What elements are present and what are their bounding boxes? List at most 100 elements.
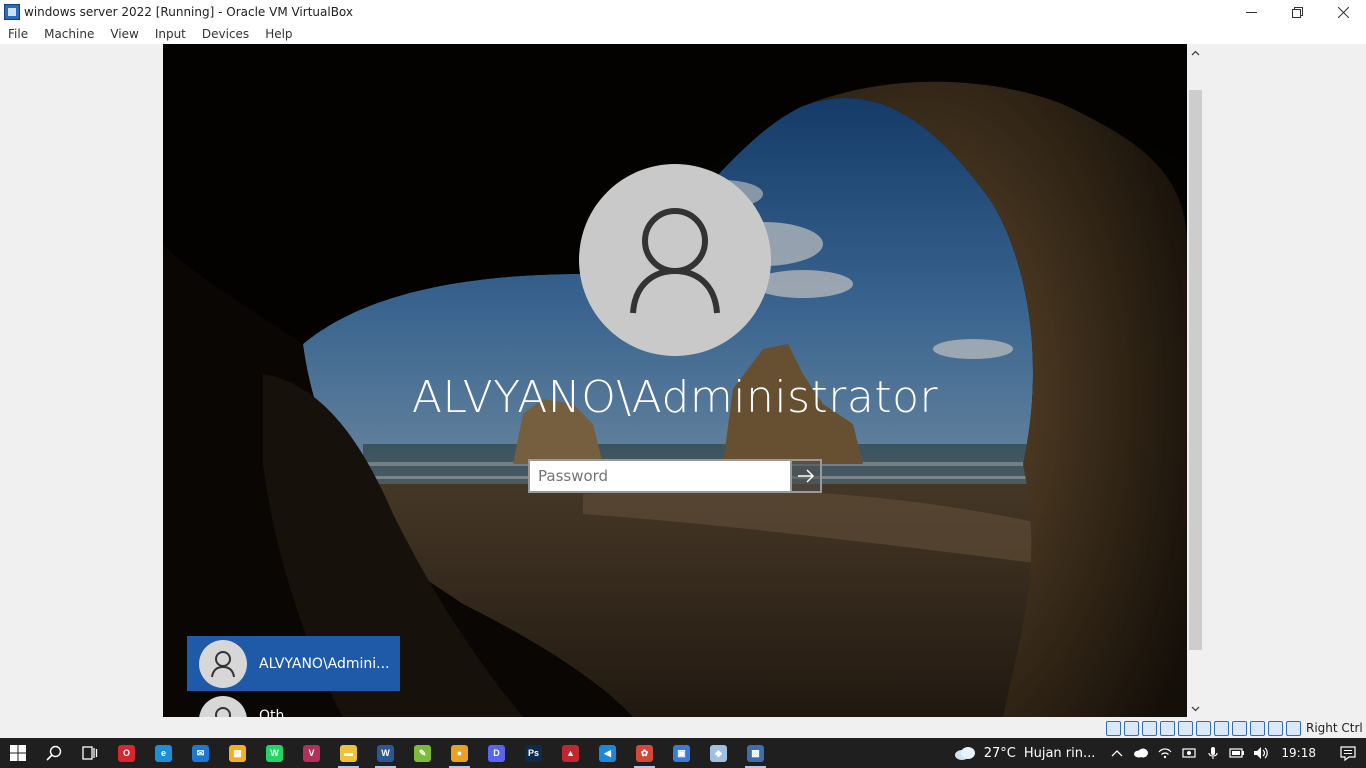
onedrive-tray[interactable] [1129,738,1153,768]
search-button[interactable] [36,738,72,768]
chevron-up-icon [1111,750,1123,757]
window-controls [1228,0,1366,24]
notifications-button[interactable] [1330,738,1366,768]
shared-folders-icon[interactable] [1196,720,1211,736]
scroll-thumb[interactable] [1189,90,1202,650]
taskbar-app-edge[interactable]: e [145,738,182,768]
app-blue-icon: ▣ [673,744,690,762]
taskbar-app-store[interactable]: ▦ [219,738,256,768]
webcam-tray[interactable] [1177,738,1201,768]
volume-icon [1254,747,1269,759]
user-icon [630,208,720,314]
windows-logo-icon [10,745,26,761]
keyboard-icon[interactable] [1286,720,1301,736]
taskbar-app-virtualbox[interactable]: ▩ [737,738,774,768]
password-input[interactable] [528,459,790,493]
mouse-integration-icon[interactable] [1268,720,1283,736]
taskbar-app-word[interactable]: W [367,738,404,768]
close-icon [1337,6,1349,18]
taskbar-app-chrome[interactable]: ● [441,738,478,768]
chrome-icon: ● [451,744,468,762]
network-icon[interactable] [1160,720,1175,736]
tray-overflow-button[interactable] [1105,738,1129,768]
store-icon: ▦ [229,744,246,762]
microphone-tray[interactable] [1201,738,1225,768]
close-button[interactable] [1320,0,1366,24]
optical-drive-icon[interactable] [1124,720,1139,736]
onedrive-icon [1134,748,1149,758]
taskbar-app-photoshop[interactable]: Ps [515,738,552,768]
taskbar-app-app-paint[interactable]: ✿ [626,738,663,768]
weather-temperature[interactable]: 27°C [984,746,1016,761]
weather-description[interactable]: Hujan rin... [1024,746,1096,761]
menu-machine[interactable]: Machine [38,27,100,41]
photoshop-icon: Ps [525,744,542,762]
submit-button[interactable] [790,459,822,493]
menubar: File Machine View Input Devices Help [0,24,1366,44]
restore-button[interactable] [1274,0,1320,24]
word-icon: W [377,744,394,762]
task-view-button[interactable] [72,738,108,768]
scroll-up-button[interactable] [1187,44,1204,61]
microphone-icon [1208,747,1219,759]
taskbar-app-whatsapp[interactable]: W [256,738,293,768]
edge-icon: e [155,744,172,762]
taskbar-apps: Oe ✉ ▦ W V ▬ W ✎ ● D Ps ▲ ◀ ✿ ▣ ◆ ▩ [108,738,774,768]
menu-devices[interactable]: Devices [196,27,255,41]
minimize-button[interactable] [1228,0,1274,24]
harddisk-icon[interactable] [1106,720,1121,736]
user-icon [211,650,235,677]
notification-icon [1340,745,1356,761]
vertical-scrollbar[interactable] [1187,44,1204,717]
user-icon [215,707,231,717]
taskbar-app-app-cube[interactable]: ◆ [700,738,737,768]
virtualbox-icon: ▩ [747,744,764,762]
webcam-icon [1182,748,1197,758]
app-v-icon: V [303,744,320,762]
chevron-up-icon [1191,50,1200,55]
taskbar-app-mail[interactable]: ✉ [182,738,219,768]
taskbar-app-file-explorer[interactable]: ▬ [330,738,367,768]
volume-tray[interactable] [1249,738,1273,768]
display-icon[interactable] [1214,720,1229,736]
vm-screen[interactable]: ALVYANO\Administrator ALVYANO\Admini... [163,44,1187,717]
vm-display-frame: ALVYANO\Administrator ALVYANO\Admini... [0,44,1366,718]
vbox-status-bar: Right Ctrl [1106,718,1363,738]
battery-tray[interactable] [1225,738,1249,768]
taskbar-app-app-v[interactable]: V [293,738,330,768]
password-box [528,459,822,493]
usb-icon[interactable] [1178,720,1193,736]
taskbar-app-discord[interactable]: D [478,738,515,768]
user-tile-label: ALVYANO\Admini... [259,655,390,672]
menu-file[interactable]: File [2,27,34,41]
arrow-right-icon [798,469,815,483]
taskbar-app-app-red[interactable]: ▲ [552,738,589,768]
wifi-tray[interactable] [1153,738,1177,768]
menu-help[interactable]: Help [259,27,298,41]
app-cube-icon: ◆ [710,744,727,762]
taskbar-app-app-green[interactable]: ✎ [404,738,441,768]
taskbar: Oe ✉ ▦ W V ▬ W ✎ ● D Ps ▲ ◀ ✿ ▣ ◆ ▩ 27°C Hujan rin... [0,738,1366,768]
start-button[interactable] [0,738,36,768]
menu-input[interactable]: Input [149,27,192,41]
cpu-icon[interactable] [1250,720,1265,736]
clock[interactable]: 19:18 [1281,746,1316,760]
audio-icon[interactable] [1142,720,1157,736]
login-username: ALVYANO\Administrator [411,372,939,423]
menu-view[interactable]: View [104,27,144,41]
taskbar-app-app-blue[interactable]: ▣ [663,738,700,768]
opera-icon: O [118,744,135,762]
user-tile-selected[interactable]: ALVYANO\Admini... [187,636,400,691]
taskbar-app-vscode[interactable]: ◀ [589,738,626,768]
weather-cloud-icon[interactable] [954,746,976,760]
window-title: windows server 2022 [Running] - Oracle V… [24,5,353,19]
window-titlebar: windows server 2022 [Running] - Oracle V… [0,0,1366,24]
discord-icon: D [488,744,505,762]
task-view-icon [82,746,98,760]
scroll-down-button[interactable] [1187,700,1204,717]
mail-icon: ✉ [192,744,209,762]
recording-icon[interactable] [1232,720,1247,736]
vscode-icon: ◀ [599,744,616,762]
taskbar-app-opera[interactable]: O [108,738,145,768]
host-key-label: Right Ctrl [1306,721,1363,735]
